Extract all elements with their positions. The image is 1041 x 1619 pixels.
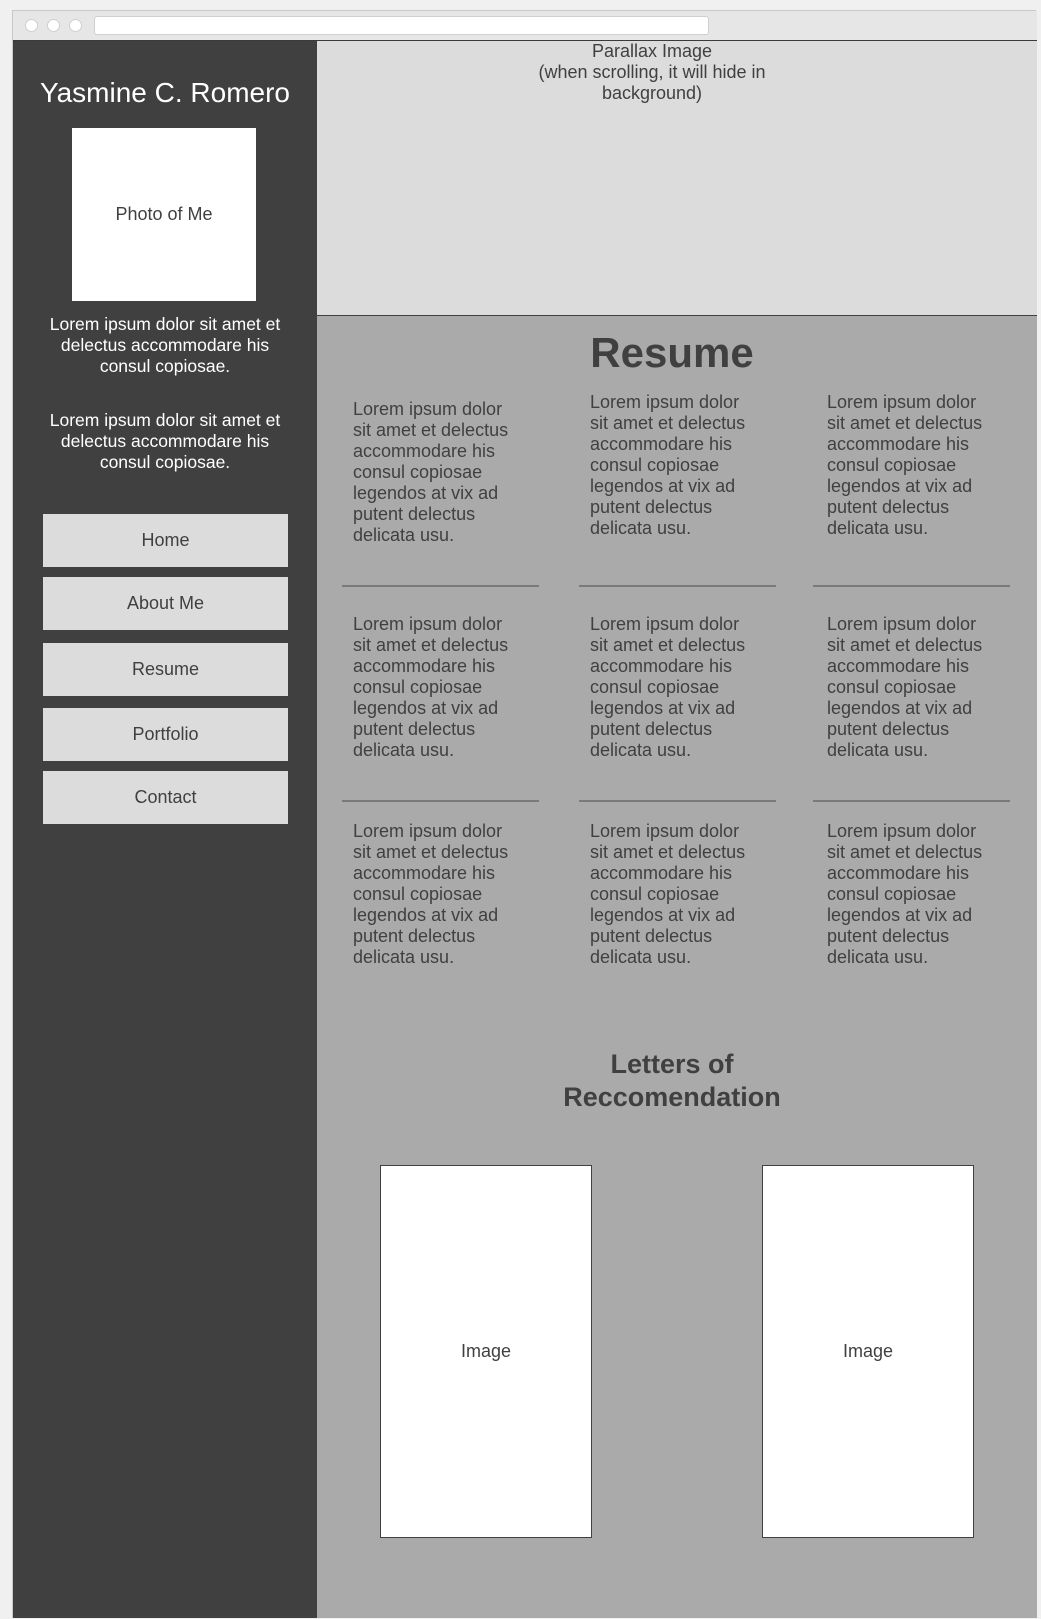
resume-divider <box>579 585 776 587</box>
resume-item: Lorem ipsum dolor sit amet et delectus a… <box>590 821 746 967</box>
resume-item: Lorem ipsum dolor sit amet et delectus a… <box>827 614 983 760</box>
address-bar[interactable] <box>94 16 709 35</box>
browser-toolbar <box>13 11 1037 41</box>
window-close-icon[interactable] <box>25 19 38 32</box>
resume-item: Lorem ipsum dolor sit amet et delectus a… <box>827 821 983 967</box>
resume-item: Lorem ipsum dolor sit amet et delectus a… <box>353 399 509 545</box>
letter-image-label: Image <box>460 1341 512 1361</box>
resume-divider <box>342 585 539 587</box>
nav-portfolio-button[interactable]: Portfolio <box>43 708 288 761</box>
nav-home-button[interactable]: Home <box>43 514 288 567</box>
browser-window: Yasmine C. Romero Photo of Me Lorem ipsu… <box>12 10 1037 1618</box>
nav-contact-button[interactable]: Contact <box>43 771 288 824</box>
parallax-image-placeholder: Parallax Image (when scrolling, it will … <box>317 41 1037 316</box>
resume-item: Lorem ipsum dolor sit amet et delectus a… <box>353 614 509 760</box>
letters-heading: Letters of Reccomendation <box>563 1049 781 1112</box>
resume-item: Lorem ipsum dolor sit amet et delectus a… <box>590 392 746 538</box>
window-minimize-icon[interactable] <box>47 19 60 32</box>
resume-item: Lorem ipsum dolor sit amet et delectus a… <box>827 392 983 538</box>
bio-text: Lorem ipsum dolor sit amet et delectus a… <box>49 410 281 472</box>
main-content: Parallax Image (when scrolling, it will … <box>317 41 1037 1618</box>
profile-photo-label: Photo of Me <box>115 204 213 224</box>
resume-divider <box>579 800 776 802</box>
parallax-caption-line: Parallax Image <box>591 41 713 61</box>
profile-photo: Photo of Me <box>72 128 256 301</box>
letter-image-placeholder: Image <box>762 1165 974 1538</box>
bio-text: Lorem ipsum dolor sit amet et delectus a… <box>49 314 281 376</box>
site-owner-name: Yasmine C. Romero <box>39 77 290 108</box>
resume-item: Lorem ipsum dolor sit amet et delectus a… <box>353 821 509 967</box>
parallax-caption: Parallax Image (when scrolling, it will … <box>517 41 787 104</box>
parallax-caption-line: (when scrolling, it will hide in backgro… <box>538 62 766 103</box>
nav-resume-button[interactable]: Resume <box>43 643 288 696</box>
page-viewport: Yasmine C. Romero Photo of Me Lorem ipsu… <box>13 41 1037 1618</box>
resume-divider <box>342 800 539 802</box>
resume-item: Lorem ipsum dolor sit amet et delectus a… <box>590 614 746 760</box>
window-maximize-icon[interactable] <box>69 19 82 32</box>
resume-divider <box>813 585 1010 587</box>
nav-about-me-button[interactable]: About Me <box>43 577 288 630</box>
letter-image-placeholder: Image <box>380 1165 592 1538</box>
resume-heading: Resume <box>590 329 754 376</box>
resume-divider <box>813 800 1010 802</box>
sidebar: Yasmine C. Romero Photo of Me Lorem ipsu… <box>13 41 317 1618</box>
letter-image-label: Image <box>842 1341 894 1361</box>
